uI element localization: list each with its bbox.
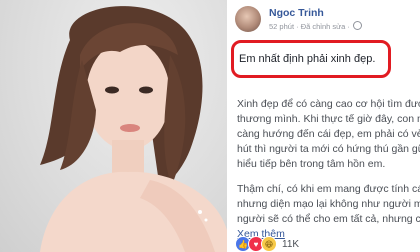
post-text-line: hiểu tiếp bên trong tâm hồn em.	[237, 158, 386, 170]
author-name[interactable]: Ngoc Trinh	[269, 7, 324, 19]
photo-panel	[0, 0, 227, 252]
post-text-line: nhưng diện mạo lại không như người mo	[237, 198, 420, 210]
facebook-post: Ngoc Trinh 52 phút · Đã chỉnh sửa · Em n…	[227, 0, 420, 252]
post-headline: Em nhất định phải xinh đẹp.	[239, 53, 376, 65]
reaction-count: 11K	[282, 238, 300, 250]
post-text-line: Xinh đẹp để có càng cao cơ hội tìm được	[237, 98, 420, 110]
post-text-line: càng hướng đến cái đẹp, em phải có vẻ	[237, 128, 420, 140]
post-meta: 52 phút · Đã chỉnh sửa ·	[269, 21, 362, 31]
haha-icon: 😆	[261, 236, 277, 252]
post-text-line: hút thì người ta mới có hứng thú gần gũi	[237, 143, 420, 155]
post-text-line: thương mình. Khi thực tế giờ đây, con ng	[237, 113, 420, 125]
portrait-image	[40, 6, 227, 252]
post-text-line: Thậm chí, có khi em mang được tính các	[237, 183, 420, 195]
post-timestamp: 52 phút · Đã chỉnh sửa ·	[269, 22, 350, 31]
reactions-bar[interactable]: 👍 ♥ 😆 11K	[235, 236, 299, 252]
post-text-line: người sẽ có thể cho em tất cả, nhưng chi	[237, 213, 420, 225]
avatar[interactable]	[235, 6, 261, 32]
globe-icon	[353, 21, 362, 30]
